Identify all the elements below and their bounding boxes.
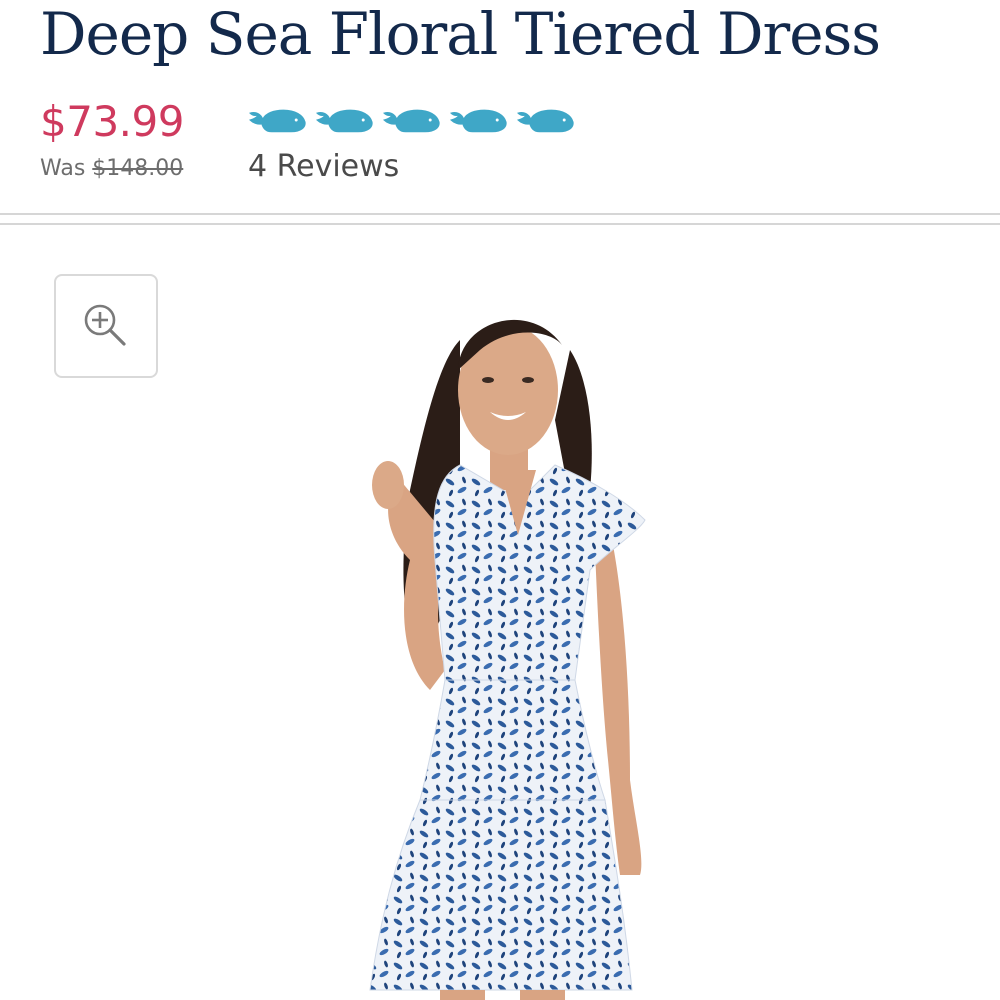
- zoom-in-icon: [84, 304, 126, 346]
- whale-icon: [383, 109, 440, 133]
- product-detail-page: Deep Sea Floral Tiered Dress $73.99 Was …: [0, 0, 1000, 1000]
- divider: [0, 223, 1000, 225]
- product-image[interactable]: [340, 300, 670, 1000]
- zoom-button[interactable]: [54, 274, 158, 378]
- was-label: Was: [40, 156, 86, 181]
- rating-block: 4 Reviews: [248, 104, 577, 185]
- product-title: Deep Sea Floral Tiered Dress: [40, 0, 881, 68]
- whale-icon: [316, 109, 373, 133]
- whale-icon: [517, 109, 574, 133]
- price-block: $73.99 Was $148.00: [40, 96, 184, 184]
- original-price-line: Was $148.00: [40, 154, 184, 184]
- rating-whales[interactable]: [248, 104, 577, 138]
- whale-icon: [249, 109, 306, 133]
- whale-icon: [450, 109, 507, 133]
- sale-price: $73.99: [40, 97, 184, 146]
- divider: [0, 213, 1000, 215]
- original-price: $148.00: [92, 156, 184, 181]
- reviews-link[interactable]: 4 Reviews: [248, 149, 577, 185]
